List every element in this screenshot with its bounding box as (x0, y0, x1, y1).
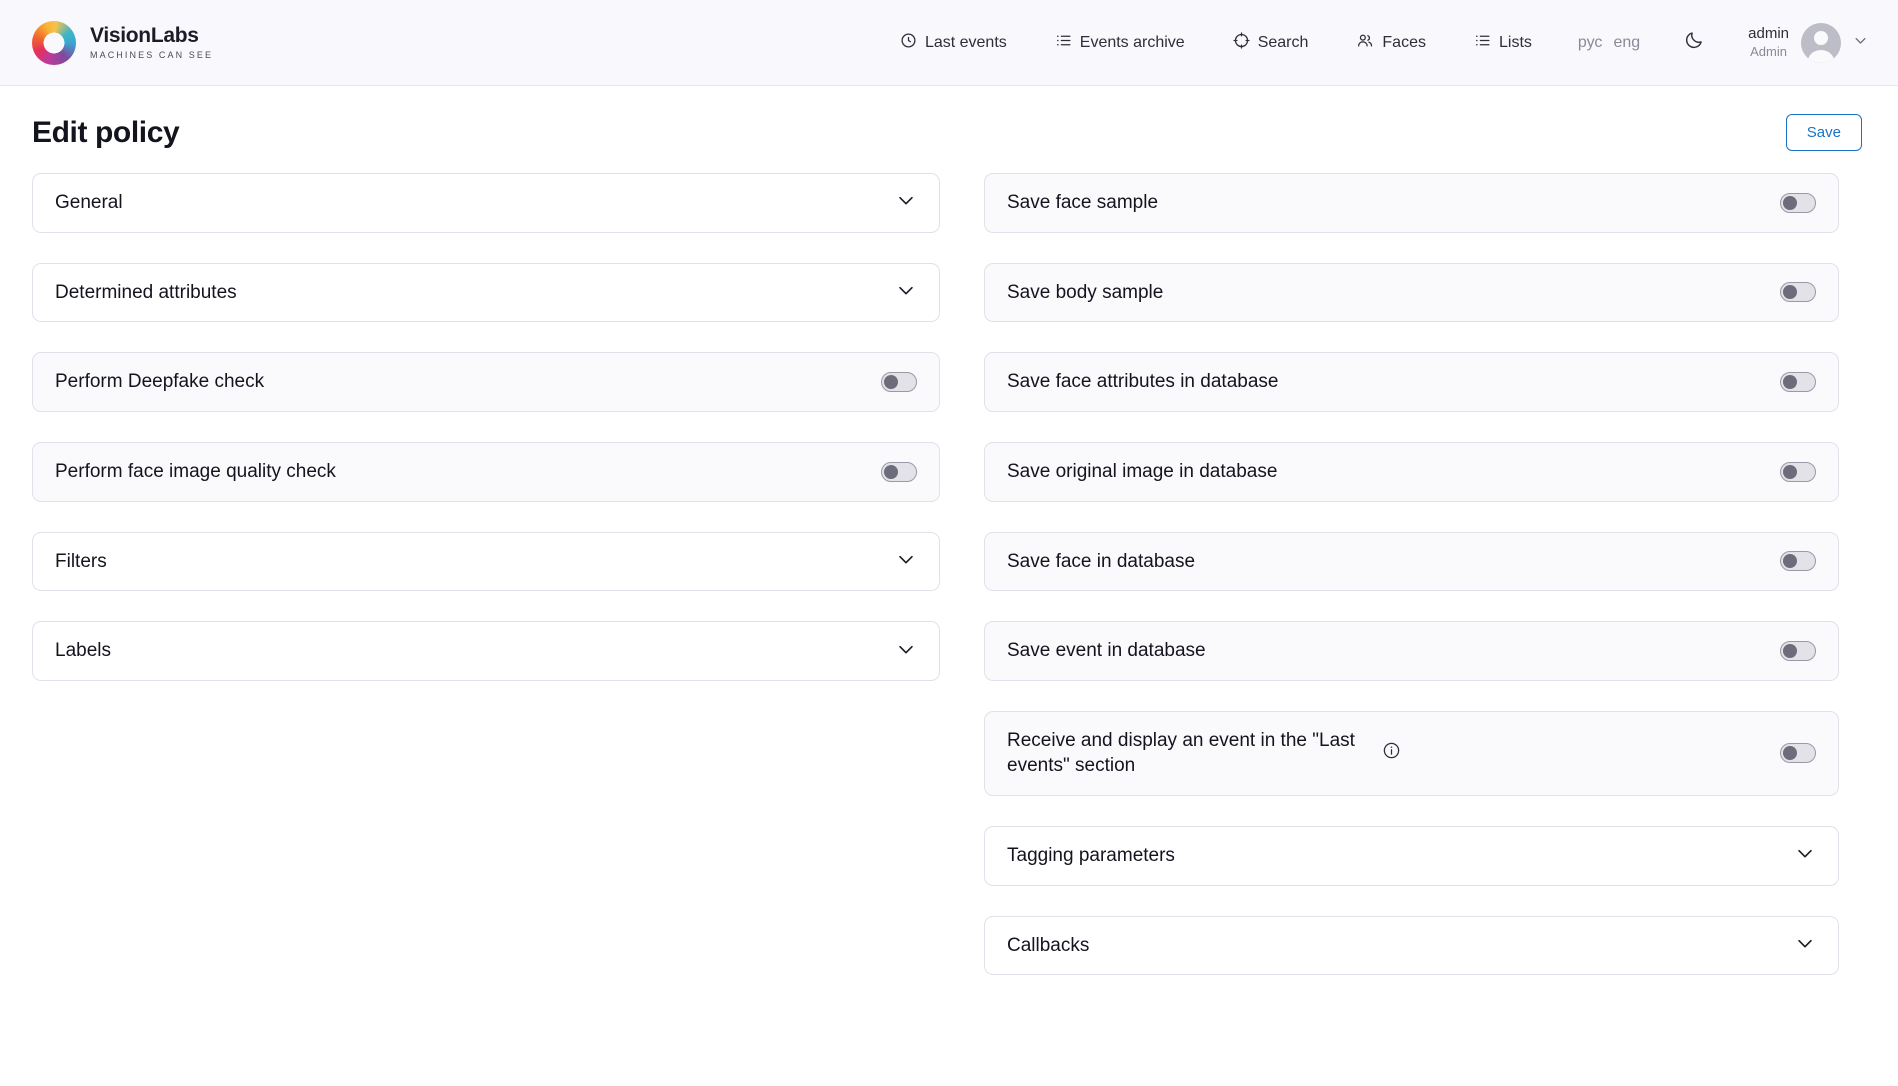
clock-icon (900, 32, 917, 54)
toggle-receive-and-display-event[interactable] (1780, 743, 1816, 764)
card-receive-and-display-event[interactable]: Receive and display an event in the "Las… (984, 710, 1839, 797)
left-column: General Determined attributes Perform De… (32, 173, 940, 681)
card-label: Callbacks (1007, 934, 1090, 956)
toggle-save-event-in-database[interactable] (1780, 641, 1816, 662)
toggle-save-face-sample[interactable] (1780, 192, 1816, 213)
card-filters[interactable]: Filters (32, 531, 940, 592)
card-labels[interactable]: Labels (32, 621, 940, 681)
chevron-down-icon[interactable] (895, 548, 917, 575)
nav-label-last-events: Last events (924, 33, 1007, 51)
save-button[interactable]: Save (1785, 114, 1862, 151)
card-label: Save face attributes in database (1007, 371, 1279, 393)
info-icon[interactable] (1382, 741, 1401, 765)
toggle-perform-deepfake-check[interactable] (881, 372, 917, 393)
card-determined-attributes[interactable]: Determined attributes (32, 262, 940, 323)
list-icon (1055, 32, 1072, 54)
card-label: Save face in database (1007, 550, 1196, 572)
brand-logo[interactable]: VisionLabs MACHINES CAN SEE (32, 20, 214, 65)
page-header: Edit policy Save (0, 86, 1898, 151)
main-navigation: Last events Events archive Search Faces … (876, 22, 1868, 63)
nav-label-lists: Lists (1498, 33, 1532, 51)
target-icon (1233, 31, 1250, 54)
chevron-down-icon[interactable] (1794, 842, 1816, 869)
card-callbacks[interactable]: Callbacks (984, 915, 1839, 976)
card-label: Tagging parameters (1007, 845, 1175, 867)
moon-icon (1684, 30, 1704, 55)
right-column: Save face sample Save body sample Save f… (984, 173, 1839, 976)
card-label: Perform Deepfake check (55, 371, 265, 393)
card-save-face-sample[interactable]: Save face sample (984, 173, 1839, 233)
card-label: Filters (55, 550, 107, 572)
card-label: Labels (55, 640, 111, 662)
user-names: admin Admin (1748, 25, 1789, 60)
nav-item-lists[interactable]: Lists (1450, 23, 1556, 63)
toggle-perform-face-image-quality-check[interactable] (881, 461, 917, 482)
nav-label-events-archive: Events archive (1079, 33, 1185, 51)
brand-name: VisionLabs (90, 23, 199, 47)
card-general[interactable]: General (32, 173, 940, 233)
chevron-down-icon[interactable] (895, 279, 917, 306)
chevron-down-icon[interactable] (895, 638, 917, 665)
card-save-body-sample[interactable]: Save body sample (984, 262, 1839, 323)
list-icon (1474, 32, 1491, 54)
chevron-down-icon[interactable] (1794, 932, 1816, 959)
chevron-down-icon (1853, 33, 1868, 53)
card-save-event-in-database[interactable]: Save event in database (984, 621, 1839, 681)
card-label: Perform face image quality check (55, 460, 336, 482)
card-save-original-image-in-database[interactable]: Save original image in database (984, 441, 1839, 502)
card-perform-deepfake-check[interactable]: Perform Deepfake check (32, 352, 940, 412)
card-label: Determined attributes (55, 281, 237, 303)
card-tagging-parameters[interactable]: Tagging parameters (984, 826, 1839, 886)
nav-label-faces: Faces (1382, 33, 1426, 51)
nav-item-faces[interactable]: Faces (1332, 23, 1450, 63)
people-icon (1356, 32, 1374, 54)
page-title: Edit policy (32, 115, 180, 149)
language-switcher: рус eng (1556, 34, 1662, 52)
card-label: Receive and display an event in the "Las… (1007, 729, 1355, 777)
card-save-face-in-database[interactable]: Save face in database (984, 531, 1839, 592)
user-login: admin (1748, 25, 1789, 42)
card-label: Save body sample (1007, 281, 1164, 303)
nav-label-search: Search (1257, 33, 1309, 51)
card-save-face-attributes-in-database[interactable]: Save face attributes in database (984, 352, 1839, 412)
card-label: Save event in database (1007, 640, 1206, 662)
toggle-save-face-in-database[interactable] (1780, 551, 1816, 572)
lang-option-en[interactable]: eng (1613, 34, 1640, 52)
nav-item-last-events[interactable]: Last events (876, 23, 1031, 63)
avatar (1801, 22, 1841, 63)
card-label: Save original image in database (1007, 460, 1278, 482)
card-label: Save face sample (1007, 192, 1159, 213)
policy-form: General Determined attributes Perform De… (0, 151, 1898, 976)
visionlabs-ring-logo-icon (32, 20, 76, 65)
lang-option-ru[interactable]: рус (1578, 34, 1603, 52)
brand-tagline: MACHINES CAN SEE (90, 50, 214, 61)
chevron-down-icon[interactable] (895, 189, 917, 216)
toggle-save-original-image-in-database[interactable] (1780, 461, 1816, 482)
nav-item-search[interactable]: Search (1209, 23, 1333, 63)
card-label: General (55, 192, 123, 213)
card-perform-face-image-quality-check[interactable]: Perform face image quality check (32, 441, 940, 502)
theme-toggle-button[interactable] (1662, 30, 1726, 55)
brand-text: VisionLabs MACHINES CAN SEE (90, 23, 214, 61)
toggle-save-body-sample[interactable] (1780, 282, 1816, 303)
toggle-save-face-attributes-in-database[interactable] (1780, 372, 1816, 393)
user-menu[interactable]: admin Admin (1726, 22, 1868, 63)
user-role: Admin (1750, 43, 1787, 59)
app-header: VisionLabs MACHINES CAN SEE Last events (0, 0, 1898, 86)
nav-item-events-archive[interactable]: Events archive (1031, 23, 1209, 63)
